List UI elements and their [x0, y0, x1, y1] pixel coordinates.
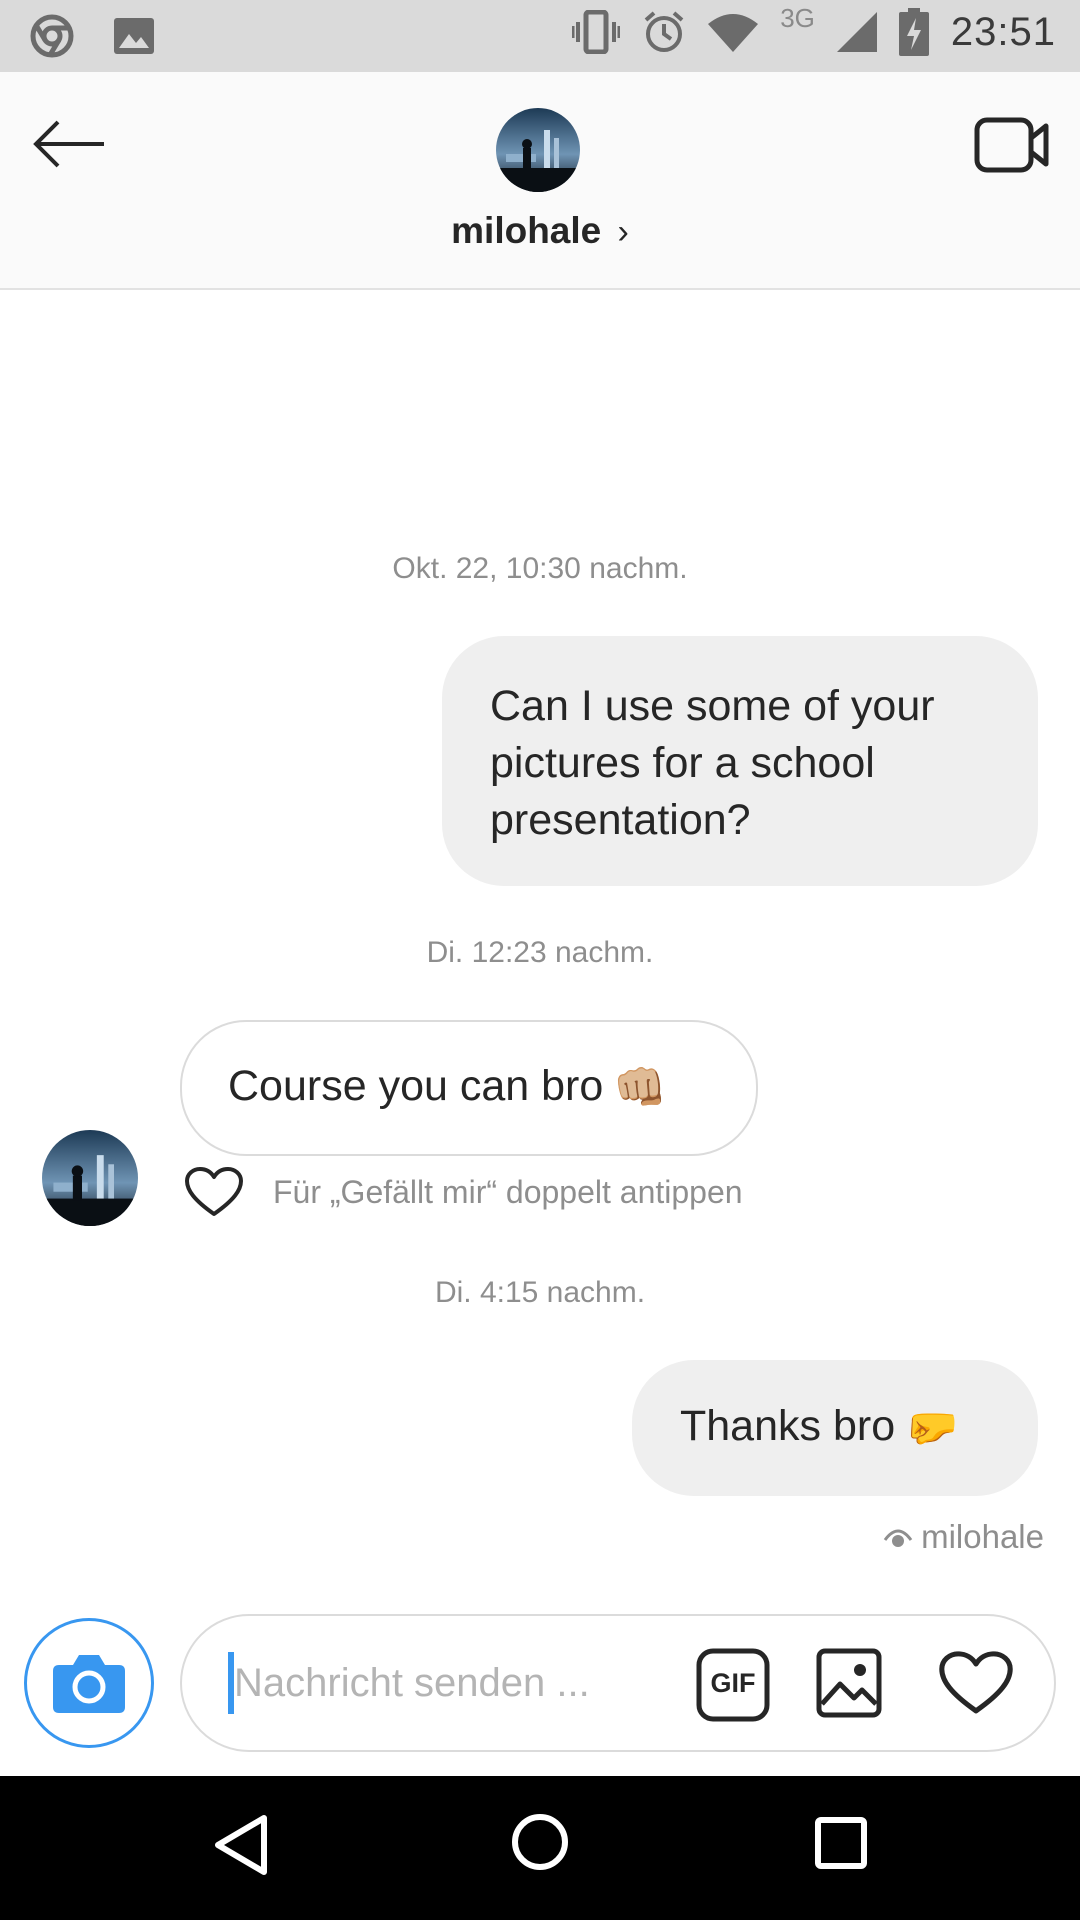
network-type: 3G	[780, 2, 815, 33]
vibrate-icon	[572, 10, 621, 54]
video-call-button[interactable]	[974, 114, 1050, 176]
eye-icon	[883, 1529, 913, 1547]
battery-charging-icon	[898, 8, 929, 56]
chat-header: milohale ›	[0, 72, 1080, 290]
timestamp-1: Okt. 22, 10:30 nachm.	[392, 552, 688, 585]
heart-outline-icon	[185, 1167, 243, 1216]
message-text: Course you can bro	[228, 1062, 604, 1110]
clock: 23:51	[950, 9, 1056, 54]
chrome-icon	[30, 14, 74, 58]
username-text: milohale	[451, 210, 602, 251]
message-outgoing-2[interactable]: Thanks bro 🤛	[632, 1360, 1038, 1496]
status-bar-right: 3G 23:51	[572, 3, 1056, 56]
gallery-icon	[114, 18, 154, 54]
gif-label: GIF	[710, 1668, 756, 1698]
triangle-back-icon	[215, 1815, 267, 1875]
signal-icon	[836, 12, 877, 52]
gif-button[interactable]: GIF	[696, 1648, 770, 1722]
back-button[interactable]	[30, 114, 110, 174]
message-outgoing-1[interactable]: Can I use some of your pictures for a sc…	[442, 636, 1038, 886]
camera-button[interactable]	[24, 1618, 154, 1748]
system-navigation-bar	[0, 1776, 1080, 1920]
like-button[interactable]	[184, 1166, 244, 1218]
message-text: Thanks bro	[680, 1402, 896, 1450]
message-composer: GIF	[180, 1614, 1056, 1752]
send-like-button[interactable]	[938, 1648, 1014, 1718]
message-input[interactable]	[228, 1652, 656, 1714]
video-camera-icon	[974, 117, 1049, 173]
seen-by-name: milohale	[921, 1518, 1044, 1555]
circle-home-icon	[512, 1814, 568, 1870]
gallery-button[interactable]	[816, 1648, 882, 1718]
message-incoming-1[interactable]: Course you can bro 👊🏼	[180, 1020, 758, 1156]
heart-outline-icon	[939, 1651, 1013, 1714]
wifi-icon	[708, 14, 759, 52]
image-icon	[816, 1648, 882, 1718]
nav-home-button[interactable]	[510, 1812, 570, 1877]
like-hint-text: Für „Gefällt mir“ doppelt antippen	[273, 1174, 743, 1210]
avatar-image	[496, 108, 580, 192]
header-username[interactable]: milohale ›	[0, 210, 1080, 252]
sender-avatar[interactable]	[42, 1130, 138, 1226]
message-text: Can I use some of your pictures for a sc…	[490, 682, 935, 844]
status-bar-left	[30, 14, 154, 58]
header-avatar[interactable]	[496, 108, 580, 192]
square-recents-icon	[815, 1817, 867, 1869]
chevron-right-icon: ›	[617, 213, 629, 251]
arrow-left-icon	[33, 120, 104, 168]
timestamp-2: Di. 12:23 nachm.	[426, 936, 654, 969]
alarm-icon	[644, 11, 684, 52]
seen-indicator: milohale	[883, 1518, 1044, 1556]
nav-recents-button[interactable]	[814, 1816, 868, 1875]
status-bar: 3G 23:51	[0, 0, 1080, 72]
camera-icon	[53, 1655, 125, 1713]
left-fist-emoji: 🤛	[905, 1404, 959, 1453]
nav-back-button[interactable]	[212, 1812, 272, 1883]
timestamp-3: Di. 4:15 nachm.	[434, 1276, 646, 1309]
fist-bump-emoji: 👊🏼	[613, 1064, 667, 1113]
avatar-image	[42, 1130, 138, 1226]
